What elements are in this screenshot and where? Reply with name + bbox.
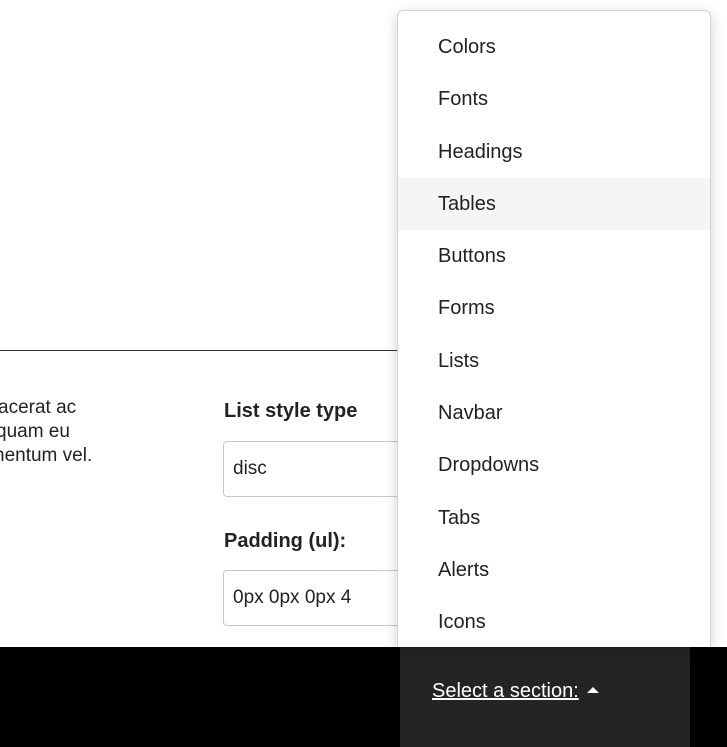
section-divider xyxy=(0,350,400,351)
dropdown-item-icons[interactable]: Icons xyxy=(398,596,710,647)
paragraph-line: nentum vel. xyxy=(0,445,93,466)
dropdown-item-buttons[interactable]: Buttons xyxy=(398,230,710,282)
dropdown-item-dropdowns[interactable]: Dropdowns xyxy=(398,439,710,491)
dropdown-item-tables[interactable]: Tables xyxy=(398,177,710,231)
paragraph-line: quam eu xyxy=(0,421,70,442)
paragraph-line: acerat ac xyxy=(0,397,77,418)
dropdown-item-colors[interactable]: Colors xyxy=(398,21,710,73)
padding-input[interactable]: 0px 0px 0px 4 xyxy=(223,570,423,626)
section-dropdown-menu: Colors Fonts Headings Tables Buttons Forms Lis… xyxy=(397,10,711,647)
dropdown-item-lists[interactable]: Lists xyxy=(398,335,710,387)
select-section-label: Select a section: xyxy=(432,680,579,702)
paragraph-text: acerat ac quam eu nentum vel. xyxy=(0,396,170,468)
dropdown-item-headings[interactable]: Headings xyxy=(398,126,710,178)
caret-up-icon xyxy=(586,687,599,693)
dropdown-item-navbar[interactable]: Navbar xyxy=(398,387,710,439)
select-section-toggle[interactable]: Select a section: xyxy=(400,647,690,747)
dropdown-item-forms[interactable]: Forms xyxy=(398,282,710,334)
list-style-type-input[interactable]: disc xyxy=(223,441,423,497)
dropdown-item-alerts[interactable]: Alerts xyxy=(398,544,710,596)
dropdown-item-tabs[interactable]: Tabs xyxy=(398,492,710,544)
padding-label: Padding (ul): xyxy=(224,530,347,552)
dropdown-list: Colors Fonts Headings Tables Buttons Forms Lis… xyxy=(398,11,710,647)
dropdown-item-fonts[interactable]: Fonts xyxy=(398,73,710,125)
list-style-type-label: List style type xyxy=(224,400,358,422)
